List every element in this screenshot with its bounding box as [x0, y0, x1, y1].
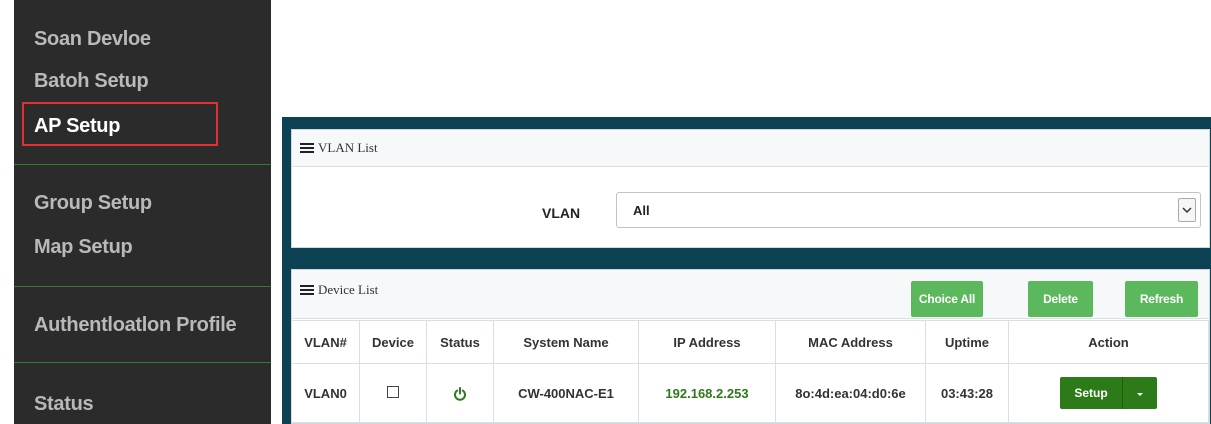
vlan-select-value: All — [633, 203, 650, 218]
status-cell — [426, 363, 494, 423]
column-header: MAC Address — [775, 320, 926, 364]
uptime-cell: 03:43:28 — [925, 363, 1009, 423]
refresh-button[interactable]: Refresh — [1125, 281, 1198, 317]
sidebar-divider — [14, 286, 271, 287]
sidebar-divider — [14, 164, 271, 165]
chevron-down-icon[interactable] — [1178, 198, 1196, 222]
sidebar-divider — [14, 362, 271, 363]
sidebar-item-scan-device[interactable]: Soan Devloe — [34, 28, 151, 51]
delete-button[interactable]: Delete — [1028, 281, 1093, 317]
vlan-list-title: VLAN List — [318, 140, 378, 155]
choice-all-button[interactable]: Choice All — [911, 281, 983, 317]
setup-button-group: Setup — [1060, 377, 1157, 409]
vlan-list-card: VLAN List VLAN All — [291, 129, 1210, 248]
list-icon — [300, 284, 314, 296]
device-checkbox[interactable] — [387, 385, 399, 398]
column-header: Uptime — [925, 320, 1009, 364]
sidebar-item-authentication-profile[interactable]: Authentloatlon Profile — [34, 314, 237, 337]
column-header: Status — [426, 320, 494, 364]
column-header: VLAN# — [291, 320, 360, 364]
table-header-row: VLAN# Device Status System Name IP Addre… — [291, 320, 1209, 364]
vlan-list-header: VLAN List — [292, 130, 1209, 167]
mac-address-cell: 8o:4d:ea:04:d0:6e — [775, 363, 926, 423]
column-header: Action — [1008, 320, 1209, 364]
caret-down-icon[interactable] — [1122, 377, 1157, 409]
column-header: System Name — [493, 320, 639, 364]
vlan-select[interactable]: All — [616, 192, 1201, 228]
column-header: IP Address — [638, 320, 776, 364]
sidebar-item-batch-setup[interactable]: Batoh Setup — [34, 70, 149, 93]
sidebar-item-status[interactable]: Status — [34, 393, 94, 416]
action-cell: Setup — [1008, 363, 1209, 423]
sidebar-item-ap-setup[interactable]: AP Setup — [34, 115, 120, 138]
column-header: Device — [359, 320, 427, 364]
setup-button[interactable]: Setup — [1060, 377, 1122, 409]
system-name-cell: CW-400NAC-E1 — [493, 363, 639, 423]
device-table: VLAN# Device Status System Name IP Addre… — [291, 320, 1209, 423]
vlan-cell: VLAN0 — [291, 363, 360, 423]
ip-address-link[interactable]: 192.168.2.253 — [638, 363, 776, 423]
sidebar-item-group-setup[interactable]: Group Setup — [34, 192, 152, 215]
device-list-title: Device List — [318, 282, 379, 297]
power-icon — [453, 385, 467, 401]
device-cell — [359, 363, 427, 423]
vlan-field-label: VLAN — [542, 205, 581, 221]
sidebar-item-map-setup[interactable]: Map Setup — [34, 236, 133, 259]
table-row: VLAN0 CW-400NAC-E1 192.168.2.253 8o:4d:e… — [291, 363, 1209, 423]
sidebar: Soan Devloe Batoh Setup AP Setup Group S… — [14, 0, 271, 424]
main-panel: VLAN List VLAN All Device List Choice Al… — [282, 117, 1211, 424]
list-icon — [300, 142, 314, 154]
